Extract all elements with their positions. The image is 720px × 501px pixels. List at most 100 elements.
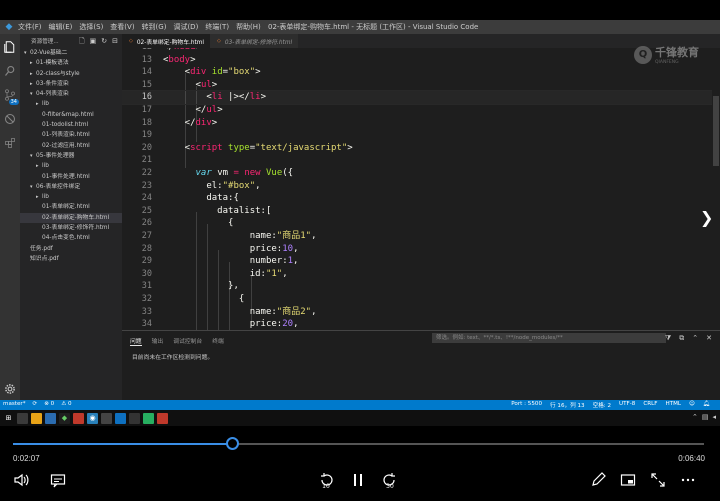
taskbar-app-icon[interactable] xyxy=(73,412,84,424)
panel-tab[interactable]: 输出 xyxy=(152,336,164,346)
tree-folder[interactable]: ▸ lib xyxy=(20,161,122,171)
tree-file[interactable]: 01-todolist.html xyxy=(20,120,122,130)
git-branch[interactable]: master* xyxy=(3,401,26,407)
feedback-icon[interactable]: ☺ xyxy=(689,401,695,409)
menu-item[interactable]: 终端(T) xyxy=(205,22,229,32)
volume-icon[interactable]: ◂ xyxy=(712,413,716,421)
tree-file[interactable]: 04-点击变色.html xyxy=(20,233,122,243)
new-file-icon[interactable]: 🗋 xyxy=(79,37,85,48)
tree-folder[interactable]: ▾ 06-表单控件绑定 xyxy=(20,182,122,192)
tree-folder[interactable]: ▾ 05-事件处理器 xyxy=(20,151,122,161)
chevron-up-icon[interactable]: ⌃ xyxy=(692,334,698,343)
extensions-icon[interactable] xyxy=(3,136,17,150)
code-line[interactable]: 31 }, xyxy=(122,280,712,293)
scrollbar-thumb[interactable] xyxy=(713,96,719,166)
fullscreen-icon[interactable] xyxy=(648,470,668,490)
panel-tab[interactable]: 问题 xyxy=(130,336,142,346)
code-line[interactable]: 13 <body> xyxy=(122,54,712,67)
tree-folder[interactable]: ▾ 02-Vue基础二 xyxy=(20,48,122,58)
tree-file[interactable]: 01-表单绑定.html xyxy=(20,202,122,212)
tree-file[interactable]: 01-列表渲染.html xyxy=(20,130,122,140)
menu-item[interactable]: 选择(S) xyxy=(79,22,103,32)
debug-icon[interactable] xyxy=(3,112,17,126)
file-explorer-icon[interactable] xyxy=(31,412,42,424)
vscode-taskbar-icon[interactable] xyxy=(115,412,126,424)
code-line[interactable]: 24 data:{ xyxy=(122,192,712,205)
code-line[interactable]: 33 name:"商品2", xyxy=(122,306,712,319)
sync-icon[interactable]: ⟳ xyxy=(33,401,38,407)
tree-file[interactable]: 03-表单绑定-修饰符.html xyxy=(20,223,122,233)
seek-handle[interactable] xyxy=(226,437,240,450)
editor-scrollbar[interactable] xyxy=(712,48,720,330)
menu-item[interactable]: 文件(F) xyxy=(18,22,42,32)
code-line[interactable]: 27 name:"商品1", xyxy=(122,230,712,243)
filter-icon[interactable]: ⧩ xyxy=(665,334,671,343)
editor-tab[interactable]: ◇ 02-表单绑定-购物车.html xyxy=(122,34,211,48)
copy-icon[interactable]: ⧉ xyxy=(679,334,684,343)
explorer-icon[interactable] xyxy=(3,40,17,54)
settings-gear-icon[interactable] xyxy=(3,382,17,396)
encoding[interactable]: UTF-8 xyxy=(619,401,635,409)
tree-folder[interactable]: ▸ lib xyxy=(20,99,122,109)
code-line[interactable]: 26 { xyxy=(122,217,712,230)
menu-item[interactable]: 转到(G) xyxy=(142,22,167,32)
tree-folder[interactable]: ▾ 04-列表渲染 xyxy=(20,89,122,99)
windows-start-icon[interactable]: ⊞ xyxy=(3,413,14,424)
pause-button[interactable] xyxy=(348,470,368,490)
code-line[interactable]: 16 <li |></li> xyxy=(122,90,712,105)
taskbar-app-icon[interactable] xyxy=(143,412,154,424)
tree-file[interactable]: 02-表单绑定-购物车.html xyxy=(20,212,122,224)
taskbar-app-icon[interactable] xyxy=(45,412,56,424)
miniplayer-icon[interactable] xyxy=(618,470,638,490)
menu-item[interactable]: 查看(V) xyxy=(110,22,134,32)
source-control-icon[interactable]: 34 xyxy=(3,88,19,105)
taskbar-app-icon[interactable] xyxy=(17,412,28,424)
code-line[interactable]: 18 </div> xyxy=(122,117,712,130)
menu-item[interactable]: 帮助(H) xyxy=(236,22,261,32)
tree-folder[interactable]: ▸ lib xyxy=(20,192,122,202)
code-line[interactable]: 34 price:20, xyxy=(122,318,712,330)
close-icon[interactable]: ✕ xyxy=(706,334,712,343)
new-folder-icon[interactable]: ▣ xyxy=(90,37,97,48)
code-editor[interactable]: 12</head>13<body>14 <div id="box">15 <ul… xyxy=(122,48,712,330)
code-line[interactable]: 14 <div id="box"> xyxy=(122,66,712,79)
code-line[interactable]: 23 el:"#box", xyxy=(122,180,712,193)
next-chevron-icon[interactable]: ❯ xyxy=(700,208,713,227)
warning-count[interactable]: ⚠ 0 xyxy=(61,401,71,407)
taskbar-app-icon[interactable] xyxy=(157,412,168,424)
more-options-icon[interactable] xyxy=(678,470,698,490)
taskbar-app-icon[interactable] xyxy=(129,412,140,424)
search-icon[interactable] xyxy=(3,64,17,78)
panel-tab[interactable]: 终端 xyxy=(212,336,224,346)
skip-forward-button[interactable]: 30 xyxy=(380,470,400,490)
tree-file[interactable]: 知识点.pdf xyxy=(20,254,122,264)
language-mode[interactable]: HTML xyxy=(665,401,681,409)
code-line[interactable]: 15 <ul> xyxy=(122,79,712,92)
taskbar-app-icon[interactable] xyxy=(101,412,112,424)
code-line[interactable]: 22 var vm = new Vue({ xyxy=(122,167,712,180)
live-server-port[interactable]: Port : 5500 xyxy=(511,401,542,409)
tray-icon[interactable]: ⌃ xyxy=(692,413,698,421)
code-line[interactable]: 17 </ul> xyxy=(122,104,712,117)
code-line[interactable]: 32 { xyxy=(122,293,712,306)
editor-tab[interactable]: ◇ 03-表单绑定-修饰符.html xyxy=(210,34,299,48)
code-line[interactable]: 20 <script type="text/javascript"> xyxy=(122,142,712,155)
collapse-all-icon[interactable]: ⊟ xyxy=(112,37,118,48)
bell-icon[interactable]: 🔔︎ xyxy=(703,401,710,409)
indentation[interactable]: 空格: 2 xyxy=(593,401,611,409)
browser-icon[interactable]: ◉ xyxy=(87,412,98,424)
code-line[interactable]: 19 xyxy=(122,129,712,142)
tree-folder[interactable]: ▸ 01-模板语法 xyxy=(20,58,122,68)
code-line[interactable]: 25 datalist:[ xyxy=(122,205,712,218)
seek-bar[interactable] xyxy=(13,437,704,450)
tree-file[interactable]: 0-filter&map.html xyxy=(20,110,122,120)
code-line[interactable]: 28 price:10, xyxy=(122,243,712,256)
subtitles-icon[interactable] xyxy=(48,470,68,490)
tree-file[interactable]: 01-事件处理.html xyxy=(20,172,122,182)
refresh-icon[interactable]: ↻ xyxy=(101,37,107,48)
volume-icon[interactable] xyxy=(11,470,31,490)
cursor-position[interactable]: 行 16，列 13 xyxy=(550,401,585,409)
tree-folder[interactable]: ▸ 02-class与style xyxy=(20,69,122,79)
menu-item[interactable]: 调试(D) xyxy=(173,22,198,32)
problems-filter-input[interactable]: 筛选。例如: text、**/*.ts、!**/node_modules/** xyxy=(432,333,666,343)
